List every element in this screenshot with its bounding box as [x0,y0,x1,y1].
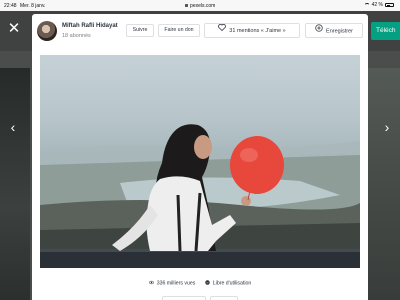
save-button[interactable]: Enregistrer [305,23,363,38]
like-count-label: 31 mentions « J'aime » [229,27,286,34]
author-name[interactable]: Miftah Rafli Hidayat [62,23,118,29]
status-icons: 42 % [363,2,394,8]
battery-icon [385,3,394,7]
save-label: Enregistrer [326,28,353,35]
license-label: Libre d'utilisation [212,280,252,287]
lock-icon [184,4,188,7]
photo-scene [40,124,360,268]
close-icon[interactable]: ✕ [5,20,23,38]
main-photo[interactable] [40,55,360,268]
battery-percent: 42 % [371,2,383,8]
license-info[interactable]: Libre d'utilisation [205,280,251,287]
plus-circle-icon [315,24,323,38]
eye-icon [148,280,154,285]
views-label: 336 milliers vues [156,280,196,287]
donate-button[interactable]: Faire un don [158,24,200,37]
chevron-left-icon[interactable]: ‹ [6,117,20,137]
photo-meta: 336 milliers vues Libre d'utilisation [32,280,368,287]
wifi-icon [363,3,370,7]
bottom-actions [162,296,238,300]
background-photo-right [368,68,400,300]
address-url: pexels.com [190,3,216,9]
download-button[interactable]: Téléch [371,22,400,40]
avatar[interactable] [37,21,57,41]
heart-icon [218,23,227,37]
more-info-button[interactable] [162,296,206,300]
check-circle-icon [205,280,210,285]
share-button[interactable] [210,296,238,300]
chevron-right-icon[interactable]: › [380,117,394,137]
like-button[interactable]: 31 mentions « J'aime » [204,23,300,38]
follower-count: 18 abonnés [62,33,91,39]
status-bar: 22:48 Mer. 8 janv. pexels.com 42 % [0,0,400,11]
background-photo-left [0,68,30,300]
address-bar[interactable]: pexels.com [0,3,400,9]
photo-modal: Miftah Rafli Hidayat 18 abonnés Suivre F… [32,14,368,300]
views-stat: 336 milliers vues [148,280,196,287]
follow-button[interactable]: Suivre [126,24,154,37]
